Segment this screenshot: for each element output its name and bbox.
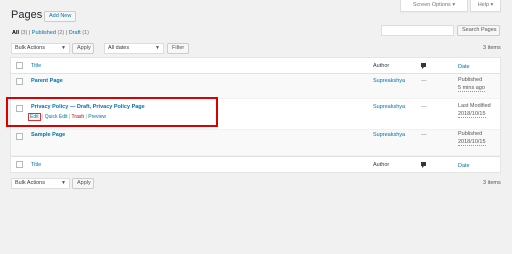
status-views: All (3) | Published (2) | Draft (1): [12, 30, 89, 36]
chevron-down-icon: ▼: [61, 180, 66, 186]
view-published-count: (2): [57, 30, 65, 36]
date-filter-label: All dates: [108, 45, 130, 51]
view-separator: |: [28, 30, 31, 36]
date-status: Published: [458, 131, 483, 137]
author-link[interactable]: Supreakshya: [373, 132, 405, 138]
view-draft-count: (1): [82, 30, 89, 36]
chevron-down-icon: ▼: [155, 45, 160, 51]
row-checkbox[interactable]: [16, 78, 23, 85]
highlight-annotation: [6, 97, 218, 127]
page-title-link[interactable]: Parent Page: [31, 78, 63, 84]
column-date[interactable]: Date: [458, 63, 470, 71]
comment-count: —: [421, 78, 427, 84]
date-cell: Published 2018/10/15: [458, 130, 486, 146]
select-all-checkbox[interactable]: [16, 161, 23, 168]
author-link[interactable]: Supreakshya: [373, 104, 405, 110]
view-published[interactable]: Published: [32, 30, 56, 36]
date-value: 2018/10/15: [458, 111, 486, 118]
bulk-actions-select-top[interactable]: Bulk Actions ▼: [11, 43, 70, 54]
author-link[interactable]: Supreakshya: [373, 78, 405, 84]
column-author: Author: [373, 162, 390, 168]
filter-button[interactable]: Filter: [167, 43, 189, 54]
view-draft[interactable]: Draft: [69, 30, 81, 36]
screen-options-button[interactable]: Screen Options ▾: [400, 0, 468, 12]
add-new-button[interactable]: Add New: [44, 11, 77, 22]
table-footer: Title Author Date: [11, 156, 500, 172]
comment-bubble-icon: [421, 162, 426, 168]
help-button[interactable]: Help ▾: [470, 0, 501, 12]
table-row: Parent Page Supreakshya — Published 5 mi…: [11, 74, 500, 99]
select-all-checkbox[interactable]: [16, 62, 23, 69]
date-cell: Last Modified 2018/10/15: [458, 102, 491, 118]
apply-button-bottom[interactable]: Apply: [72, 178, 94, 189]
column-title[interactable]: Title: [31, 63, 41, 69]
items-count-bottom: 3 items: [483, 180, 501, 186]
date-filter-select[interactable]: All dates ▼: [104, 43, 164, 54]
search-input[interactable]: [381, 25, 454, 36]
page-title: Pages: [11, 9, 43, 21]
date-value: 5 mins ago: [458, 85, 485, 92]
comment-bubble-icon: [421, 63, 426, 69]
comment-count: —: [421, 132, 427, 138]
date-value: 2018/10/15: [458, 139, 486, 146]
bulk-actions-select-bottom[interactable]: Bulk Actions ▼: [11, 178, 70, 189]
date-cell: Published 5 mins ago: [458, 76, 485, 92]
column-date[interactable]: Date: [458, 162, 470, 170]
items-count-top: 3 items: [483, 45, 501, 51]
column-author: Author: [373, 63, 390, 69]
table-header: Title Author Date: [11, 58, 500, 74]
page-title-link[interactable]: Sample Page: [31, 132, 65, 138]
search-pages-button[interactable]: Search Pages: [457, 25, 500, 36]
view-all-count: (3): [20, 30, 28, 36]
date-status: Last Modified: [458, 103, 491, 109]
bulk-actions-label: Bulk Actions: [15, 45, 45, 51]
date-status: Published: [458, 77, 483, 83]
view-separator: |: [65, 30, 68, 36]
comment-count: —: [421, 104, 427, 110]
view-all[interactable]: All: [12, 30, 19, 36]
bulk-actions-label: Bulk Actions: [15, 180, 45, 186]
row-checkbox[interactable]: [16, 133, 23, 140]
table-row: Sample Page Supreakshya — Published 2018…: [11, 130, 500, 156]
chevron-down-icon: ▼: [61, 45, 66, 51]
apply-button-top[interactable]: Apply: [72, 43, 94, 54]
column-title[interactable]: Title: [31, 162, 41, 168]
